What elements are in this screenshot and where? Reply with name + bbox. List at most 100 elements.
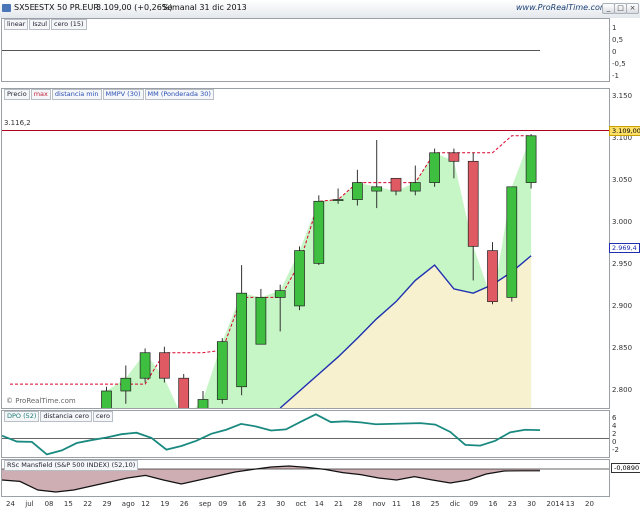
watermark: © ProRealTime.com — [6, 397, 76, 405]
candle-body — [409, 182, 421, 192]
x-tick-label: 15 — [63, 500, 73, 508]
x-tick-label: ago — [121, 500, 135, 508]
legend-mm-ponderada[interactable]: MM (Ponderada 30) — [144, 89, 214, 100]
x-tick-label: 24 — [6, 500, 15, 508]
tick: -2 — [612, 446, 619, 454]
tick: 3.150 — [612, 92, 633, 100]
candle-body — [313, 200, 325, 264]
x-tick-label: sep — [199, 500, 212, 508]
price-plot[interactable]: Precio max distancia min MMPV (30) MM (Ponde… — [1, 88, 610, 409]
rsc-value-badge: -0,0890 — [611, 463, 640, 473]
tick: -1 — [612, 72, 619, 80]
x-tick-label: 19 — [160, 500, 170, 508]
legend-precio[interactable]: Precio — [4, 89, 30, 100]
close-button[interactable]: × — [626, 3, 639, 14]
x-tick-label: 2014 — [546, 500, 565, 508]
rsc-panel: RSc Mansfield (S&P 500 INDEX) (52,10) 0 … — [0, 459, 640, 497]
candle-body — [332, 199, 344, 201]
candle-body — [216, 341, 228, 400]
legend-distancia-min[interactable]: distancia min — [51, 89, 102, 100]
x-tick-label: 08 — [44, 500, 54, 508]
time-axis: 24 jul 08 15 22 29 ago 12 19 26 sep 09 16 23 30 oct 14 21… — [0, 497, 640, 512]
x-tick-label: 22 — [83, 500, 93, 508]
tick: 2.900 — [612, 302, 633, 310]
tick: 3.000 — [612, 218, 633, 226]
legend-max[interactable]: max — [30, 89, 51, 100]
candle-body — [390, 177, 402, 192]
candle-body — [197, 399, 209, 408]
x-tick-label: 09 — [469, 500, 479, 508]
tick: -0,5 — [612, 60, 626, 68]
candle-body — [159, 352, 170, 379]
price-legend: Precio max distancia min MMPV (30) MM (Ponde… — [4, 89, 215, 100]
period-label: Semanal 31 dic 2013 — [162, 3, 247, 12]
tick: 4 — [612, 422, 617, 430]
rsc-plot[interactable]: RSc Mansfield (S&P 500 INDEX) (52,10) — [1, 459, 610, 497]
candle-body — [467, 160, 479, 247]
symbol-name: ESTX 50 PR.EUR — [34, 3, 99, 12]
ma-value-badge: 2.969,4 — [609, 243, 640, 253]
x-tick-label: 29 — [102, 500, 112, 508]
x-tick-label: jul — [25, 500, 34, 508]
legend-distancia-cero[interactable]: distancia cero — [40, 411, 92, 422]
tick: 0,5 — [612, 36, 624, 44]
x-tick-label: dic — [449, 500, 461, 508]
symbol-code: SX5E — [14, 3, 35, 12]
candle-body — [236, 292, 247, 388]
dpo-legend: DPO (52) distancia cero cero — [4, 411, 114, 422]
rsc-legend: RSc Mansfield (S&P 500 INDEX) (52,10) — [4, 460, 139, 471]
x-tick-label: 20 — [585, 500, 594, 508]
legend-cero[interactable]: cero (15) — [51, 19, 87, 30]
candle-body — [255, 297, 267, 345]
x-tick-label: 16 — [237, 500, 247, 508]
x-tick-label: 21 — [334, 500, 344, 508]
x-tick-label: 14 — [314, 500, 324, 508]
candle-body — [448, 152, 460, 162]
x-tick-label: 25 — [430, 500, 440, 508]
x-tick-label: 23 — [256, 500, 266, 508]
x-tick-label: nov — [372, 500, 386, 508]
x-tick-label: 09 — [218, 500, 228, 508]
x-tick-label: 30 — [527, 500, 537, 508]
candle-body — [139, 352, 151, 379]
x-tick-label: 18 — [411, 500, 421, 508]
legend-cero-line[interactable]: cero — [92, 411, 114, 422]
tick: 2.800 — [612, 386, 633, 394]
tick: 0 — [612, 438, 617, 446]
x-tick-label: 23 — [507, 500, 517, 508]
x-tick-label: 26 — [179, 500, 189, 508]
candle-body — [429, 152, 440, 183]
chart-menu-icon[interactable] — [2, 4, 11, 12]
price-panel: Precio max distancia min MMPV (30) MM (Ponde… — [0, 88, 640, 409]
legend-dpo[interactable]: DPO (52) — [4, 411, 40, 422]
candle-body — [178, 377, 190, 408]
x-tick-label: 11 — [392, 500, 401, 508]
top-indicator-legend: linear Iszul cero (15) — [4, 19, 88, 30]
legend-rsc[interactable]: RSc Mansfield (S&P 500 INDEX) (52,10) — [4, 460, 139, 471]
dpo-plot[interactable]: DPO (52) distancia cero cero — [1, 410, 610, 458]
last-price-badge: 3.109,00 — [609, 126, 640, 136]
candle-body — [506, 186, 518, 298]
top-indicator-plot[interactable]: linear Iszul cero (15) — [1, 18, 610, 82]
price-chart-svg — [2, 130, 609, 408]
candle-body — [525, 135, 537, 183]
tick: 2.950 — [612, 260, 633, 268]
x-tick-label: 16 — [488, 500, 498, 508]
x-tick-label: 30 — [276, 500, 286, 508]
tick: 2 — [612, 430, 617, 438]
candle-body — [101, 390, 112, 408]
chart-title-bar: SX5E ESTX 50 PR.EUR 3.109,00 (+0,26%) Se… — [0, 0, 640, 19]
brand-link[interactable]: www.ProRealTime.com — [516, 3, 608, 12]
legend-linear[interactable]: linear — [4, 19, 29, 30]
candle-body — [352, 182, 363, 200]
candle-body — [371, 186, 383, 192]
tick: 0 — [612, 48, 617, 56]
tick: 2.850 — [612, 344, 633, 352]
legend-mmpv[interactable]: MMPV (30) — [102, 89, 144, 100]
candle-body — [274, 290, 286, 298]
legend-iszul[interactable]: Iszul — [29, 19, 51, 30]
x-tick-label: oct — [295, 500, 307, 508]
candle-body — [294, 250, 305, 307]
tick: 1 — [612, 24, 617, 32]
x-tick-label: 13 — [565, 500, 575, 508]
